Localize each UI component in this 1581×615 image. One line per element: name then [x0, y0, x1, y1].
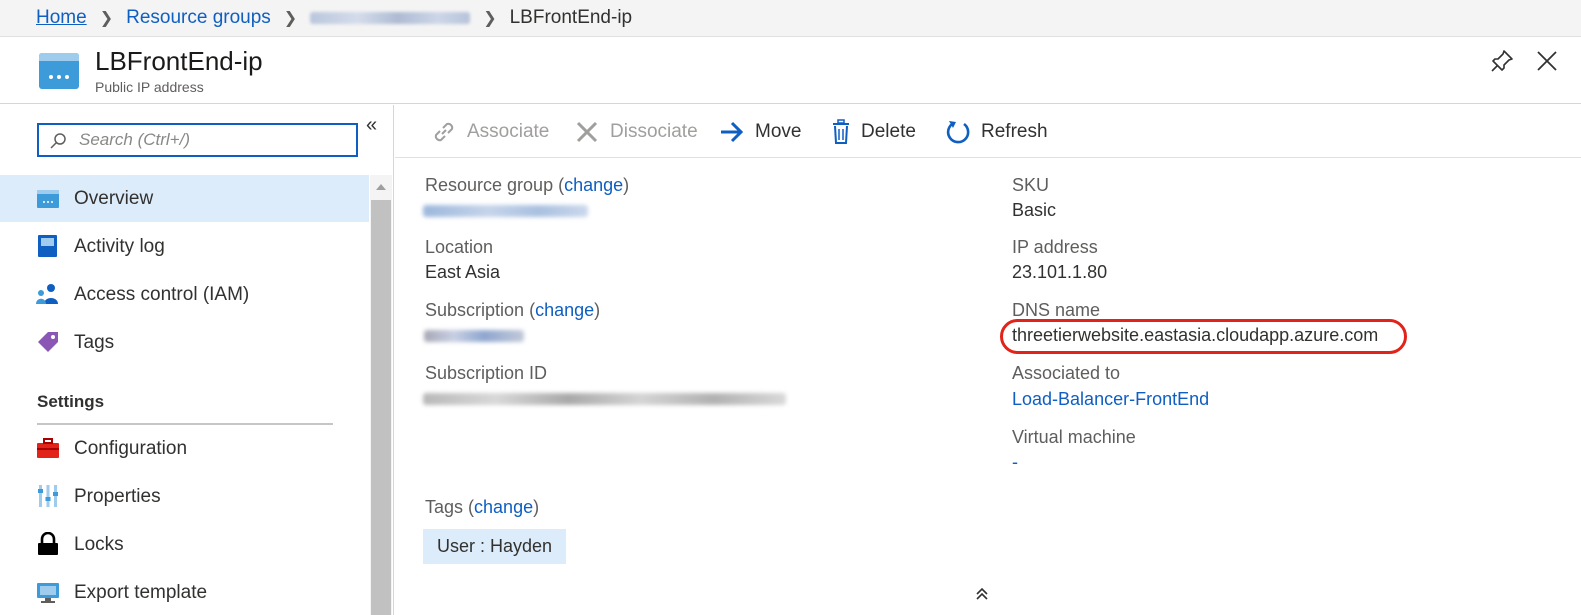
nav-label: Activity log	[74, 235, 165, 257]
associated-to-link[interactable]: Load-Balancer-FrontEnd	[1012, 389, 1209, 410]
dns-name-label: DNS name	[1012, 300, 1101, 320]
activity-log-icon	[38, 235, 57, 257]
breadcrumb-resource-group-redacted-link[interactable]	[310, 12, 471, 24]
associate-label: Associate	[467, 121, 550, 142]
nav-label: Locks	[74, 533, 124, 555]
tags-change-link[interactable]: change	[474, 497, 533, 517]
refresh-button[interactable]: Refresh	[945, 119, 1048, 145]
toolbox-icon	[37, 438, 59, 458]
breadcrumb: Home ❯ Resource groups ❯ ❯ LBFrontEnd-ip	[0, 0, 1581, 37]
tags-label-text: Tags	[425, 497, 464, 517]
search-icon	[50, 133, 66, 149]
dissociate-label: Dissociate	[610, 121, 698, 142]
subscription-change-link[interactable]: change	[535, 300, 594, 320]
delete-label: Delete	[861, 121, 916, 142]
collapse-menu-icon[interactable]: «	[366, 115, 386, 135]
lock-icon	[38, 532, 58, 555]
associate-button[interactable]: Associate	[431, 119, 549, 145]
move-button[interactable]: Move	[719, 119, 801, 145]
search-box[interactable]	[37, 123, 358, 157]
chevron-right-icon: ❯	[483, 10, 497, 27]
page-subtitle: Public IP address	[95, 79, 204, 95]
associated-to-label: Associated to	[1012, 363, 1121, 383]
chevron-right-icon: ❯	[283, 10, 298, 27]
export-template-icon	[37, 583, 59, 603]
command-bar: Associate Dissociate Move Delete Refresh	[395, 105, 1581, 158]
nav-label: Access control (IAM)	[74, 283, 250, 305]
dns-highlight-annotation	[1000, 319, 1407, 354]
nav-item-overview[interactable]: Overview	[0, 175, 369, 222]
nav-item-locks[interactable]: Locks	[0, 521, 369, 568]
scrollbar-thumb[interactable]	[371, 200, 391, 615]
subscription-id-value-redacted	[423, 393, 786, 405]
nav-item-export-template[interactable]: Export template	[0, 569, 369, 615]
subscription-label: Subscription (change)	[425, 300, 601, 320]
x-icon	[576, 121, 598, 143]
subscription-label-text: Subscription	[425, 300, 525, 320]
nav-label: Tags	[74, 331, 115, 353]
settings-section-title: Settings	[37, 392, 105, 411]
public-ip-icon	[39, 53, 79, 89]
nav-label: Properties	[74, 485, 161, 507]
link-icon	[434, 122, 454, 142]
refresh-label: Refresh	[981, 121, 1048, 142]
subscription-value-redacted[interactable]	[424, 330, 524, 342]
resource-menu: « Overview Activity log Access control (…	[0, 105, 394, 615]
refresh-icon	[946, 121, 970, 144]
tag-icon	[38, 332, 58, 352]
arrow-right-icon	[721, 121, 744, 143]
tags-label: Tags (change)	[425, 497, 540, 517]
ip-address-label: IP address	[1012, 237, 1098, 257]
location-value: East Asia	[425, 262, 501, 282]
page-title: LBFrontEnd-ip	[95, 46, 263, 76]
nav-item-tags[interactable]: Tags	[0, 319, 369, 366]
ip-address-value: 23.101.1.80	[1012, 262, 1108, 282]
chevron-right-icon: ❯	[99, 10, 114, 27]
dissociate-button[interactable]: Dissociate	[574, 119, 698, 145]
resource-group-value-redacted[interactable]	[423, 205, 588, 217]
nav-label: Export template	[74, 581, 208, 603]
scroll-up-arrow-icon[interactable]	[370, 177, 392, 197]
tag-chip[interactable]: User : Hayden	[423, 529, 567, 564]
nav-label: Configuration	[74, 437, 188, 459]
location-label: Location	[425, 237, 494, 257]
resource-group-label: Resource group (change)	[425, 175, 630, 195]
move-label: Move	[755, 121, 802, 142]
search-input[interactable]	[79, 128, 349, 152]
resource-group-label-text: Resource group	[425, 175, 554, 195]
virtual-machine-label: Virtual machine	[1012, 427, 1136, 447]
nav-label: Overview	[74, 187, 154, 209]
virtual-machine-link[interactable]: -	[1012, 452, 1018, 473]
breadcrumb-resource-groups-link[interactable]: Resource groups	[126, 7, 271, 29]
pin-icon[interactable]	[1489, 48, 1515, 74]
iam-icon	[36, 284, 58, 304]
subscription-id-label: Subscription ID	[425, 363, 548, 383]
breadcrumb-home-link[interactable]: Home	[36, 7, 87, 29]
sku-value: Basic	[1012, 200, 1057, 220]
resource-header: LBFrontEnd-ip Public IP address	[0, 38, 1581, 104]
nav-item-iam[interactable]: Access control (IAM)	[0, 271, 369, 318]
properties-icon	[38, 485, 58, 507]
nav-item-properties[interactable]: Properties	[0, 473, 369, 520]
nav-item-activity-log[interactable]: Activity log	[0, 223, 369, 270]
collapse-essentials-icon[interactable]	[973, 585, 991, 603]
overview-icon	[37, 190, 59, 208]
resource-group-change-link[interactable]: change	[564, 175, 623, 195]
breadcrumb-current: LBFrontEnd-ip	[509, 7, 633, 28]
delete-button[interactable]: Delete	[831, 119, 916, 145]
close-icon[interactable]	[1534, 48, 1560, 74]
nav-item-configuration[interactable]: Configuration	[0, 425, 369, 472]
trash-icon	[833, 119, 849, 144]
sku-label: SKU	[1012, 175, 1050, 195]
